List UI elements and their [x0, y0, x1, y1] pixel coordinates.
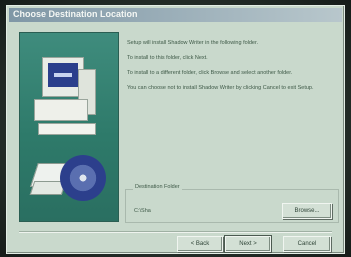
instruction-paragraph: Setup will install Shadow Writer in the …	[127, 40, 259, 46]
keyboard-graphic	[38, 123, 96, 135]
monitor-screen-graphic	[48, 63, 78, 87]
screen-bar-graphic	[54, 73, 72, 77]
instructions: Setup will install Shadow Writer in the …	[127, 40, 335, 100]
title-bar[interactable]: Choose Destination Location	[9, 8, 342, 22]
instruction-paragraph: You can choose not to install Shadow Wri…	[127, 85, 314, 91]
instruction-paragraph: To install to a different folder, click …	[127, 70, 293, 76]
divider	[19, 231, 332, 233]
window-title: Choose Destination Location	[13, 9, 138, 19]
destination-folder-label: Destination Folder	[133, 184, 182, 190]
cancel-button[interactable]: Cancel	[283, 236, 331, 252]
back-button[interactable]: < Back	[177, 236, 223, 252]
cd-graphic	[60, 155, 106, 201]
destination-path: C:\Sha	[134, 208, 151, 214]
browse-button[interactable]: Browse...	[282, 203, 332, 219]
instruction-paragraph: To install to this folder, click Next.	[127, 55, 208, 61]
next-button[interactable]: Next >	[224, 235, 272, 253]
destination-folder-group: Destination Folder C:\Sha Browse...	[125, 184, 339, 223]
setup-illustration-panel	[19, 32, 119, 222]
desktop-base-graphic	[34, 99, 88, 121]
disc-icon	[29, 151, 110, 211]
setup-dialog: Choose Destination Location Setup will i…	[6, 5, 345, 254]
crt-screen: Choose Destination Location Setup will i…	[0, 0, 351, 257]
computer-icon	[34, 57, 112, 137]
